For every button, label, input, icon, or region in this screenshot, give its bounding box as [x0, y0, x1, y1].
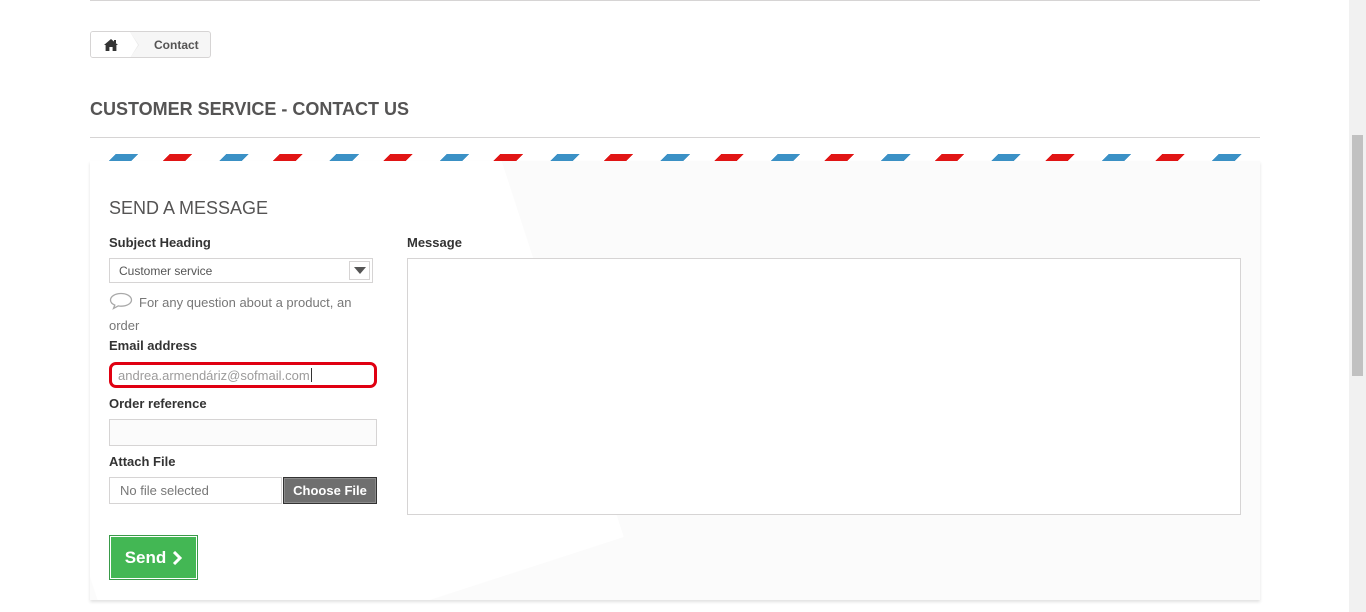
email-field-value: andrea.armendáriz@sofmail.com [118, 367, 310, 383]
send-button-label: Send [124, 547, 167, 567]
chevron-right-icon [173, 550, 183, 565]
order-reference-label: Order reference [109, 396, 207, 411]
top-divider [90, 0, 1260, 1]
text-caret [310, 368, 312, 382]
file-status[interactable]: No file selected [109, 477, 282, 504]
speech-bubble-icon [109, 292, 133, 310]
breadcrumb: Contact [90, 31, 211, 58]
message-label: Message [407, 235, 462, 250]
airmail-stripe [90, 154, 1260, 161]
email-field[interactable]: andrea.armendáriz@sofmail.com [109, 362, 377, 388]
attach-file-label: Attach File [109, 454, 176, 469]
subject-hint: For any question about a product, an ord… [109, 291, 369, 337]
home-icon [103, 38, 118, 51]
page-title: CUSTOMER SERVICE - CONTACT US [90, 99, 410, 119]
page-scrollbar[interactable] [1349, 0, 1366, 612]
contact-form-card: SEND A MESSAGE Subject Heading Customer … [90, 161, 1260, 600]
order-reference-field[interactable] [109, 419, 377, 446]
subject-label: Subject Heading [109, 235, 211, 250]
form-title: SEND A MESSAGE [109, 198, 269, 218]
message-textarea[interactable] [407, 258, 1241, 515]
select-arrow-button[interactable] [349, 261, 370, 280]
chevron-down-icon [353, 267, 366, 274]
send-button[interactable]: Send [109, 535, 198, 580]
breadcrumb-home-link[interactable] [91, 32, 139, 57]
breadcrumb-current: Contact [154, 37, 199, 52]
choose-file-button[interactable]: Choose File [283, 477, 377, 504]
subject-hint-text: For any question about a product, an ord… [109, 295, 352, 333]
subject-selected-value: Customer service [119, 263, 213, 278]
subject-select[interactable]: Customer service [109, 258, 373, 283]
scrollbar-thumb[interactable] [1352, 135, 1363, 376]
email-label: Email address [109, 338, 198, 353]
heading-divider [90, 137, 1260, 138]
